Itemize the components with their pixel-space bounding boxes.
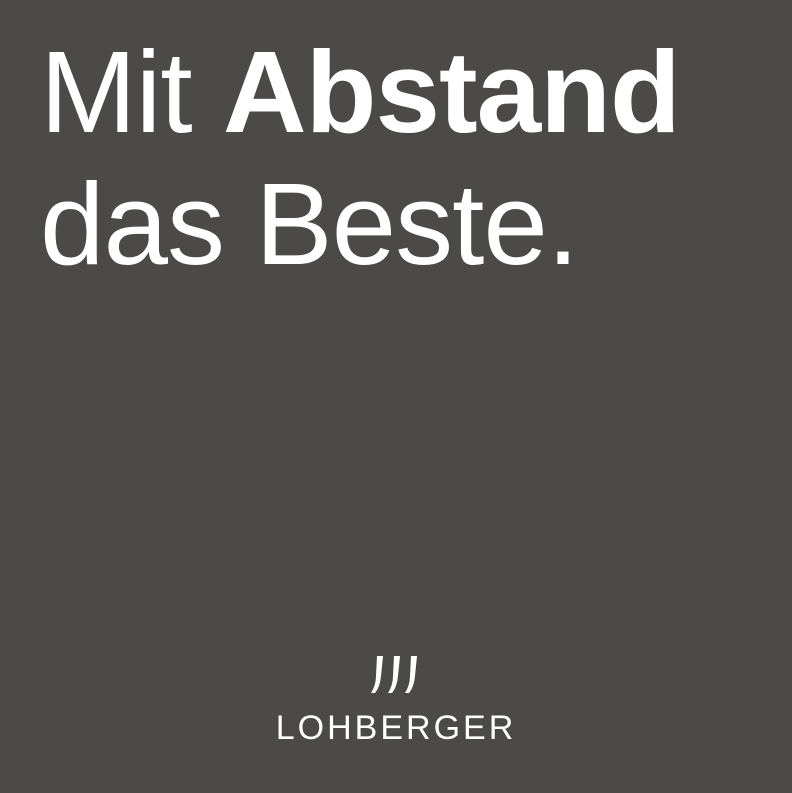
three-flames-icon	[371, 656, 417, 693]
headline-word-mit: Mit	[40, 27, 193, 157]
ad-canvas: Mit Abstand das Beste. LOHBERGER	[0, 0, 792, 793]
headline-line-1: Mit Abstand	[40, 26, 681, 158]
brand-logo: LOHBERGER	[0, 654, 792, 754]
headline-line-2: das Beste.	[40, 159, 579, 289]
headline: Mit Abstand das Beste.	[40, 26, 681, 290]
headline-word-abstand: Abstand	[222, 27, 681, 157]
brand-wordmark: LOHBERGER	[275, 709, 517, 747]
